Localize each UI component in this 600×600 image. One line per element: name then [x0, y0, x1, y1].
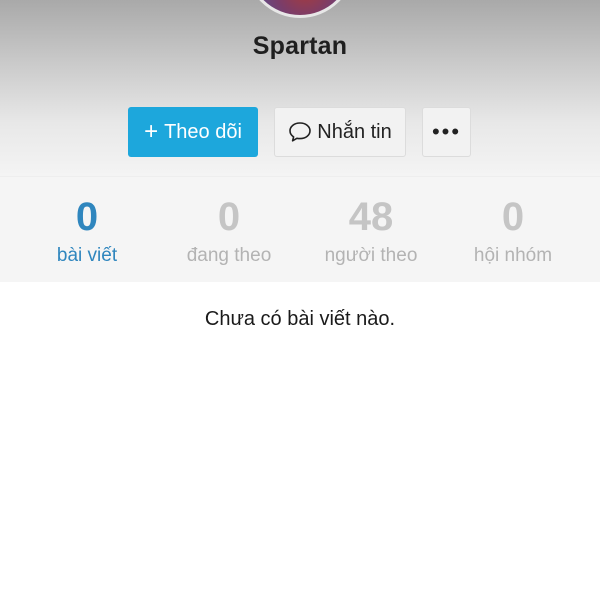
stat-value: 0 — [75, 195, 99, 239]
follow-button-label: Theo dõi — [164, 120, 242, 143]
profile-actions: + Theo dõi Nhắn tin ••• — [0, 107, 600, 159]
tab-groups[interactable]: 0 hội nhóm — [438, 177, 588, 283]
tab-posts[interactable]: 0 bài viết — [12, 177, 162, 283]
tab-followers[interactable]: 48 người theo — [296, 177, 446, 283]
profile-stats: 0 bài viết 0 đang theo 48 người theo 0 h… — [0, 176, 600, 282]
tab-following[interactable]: 0 đang theo — [154, 177, 304, 283]
avatar[interactable] — [245, 0, 355, 18]
stat-label: hội nhóm — [473, 245, 553, 266]
follow-button[interactable]: + Theo dõi — [128, 107, 258, 157]
empty-state-message: Chưa có bài viết nào. — [204, 308, 396, 330]
more-options-button[interactable]: ••• — [422, 107, 471, 157]
message-button-label: Nhắn tin — [317, 120, 392, 143]
profile-page: Spartan + Theo dõi Nhắn tin ••• 0 bài vi… — [0, 0, 600, 600]
message-button[interactable]: Nhắn tin — [274, 107, 406, 157]
profile-name: Spartan — [252, 32, 348, 60]
more-dots-icon: ••• — [431, 119, 462, 144]
plus-icon: + — [144, 118, 159, 145]
stat-value: 0 — [217, 195, 241, 239]
stat-label: người theo — [324, 245, 418, 266]
stat-label: bài viết — [56, 245, 118, 266]
chat-bubble-icon — [289, 122, 312, 142]
stat-value: 0 — [501, 195, 525, 239]
stat-value: 48 — [348, 195, 394, 239]
profile-header: Spartan + Theo dõi Nhắn tin ••• — [0, 0, 600, 176]
stat-label: đang theo — [186, 245, 272, 266]
